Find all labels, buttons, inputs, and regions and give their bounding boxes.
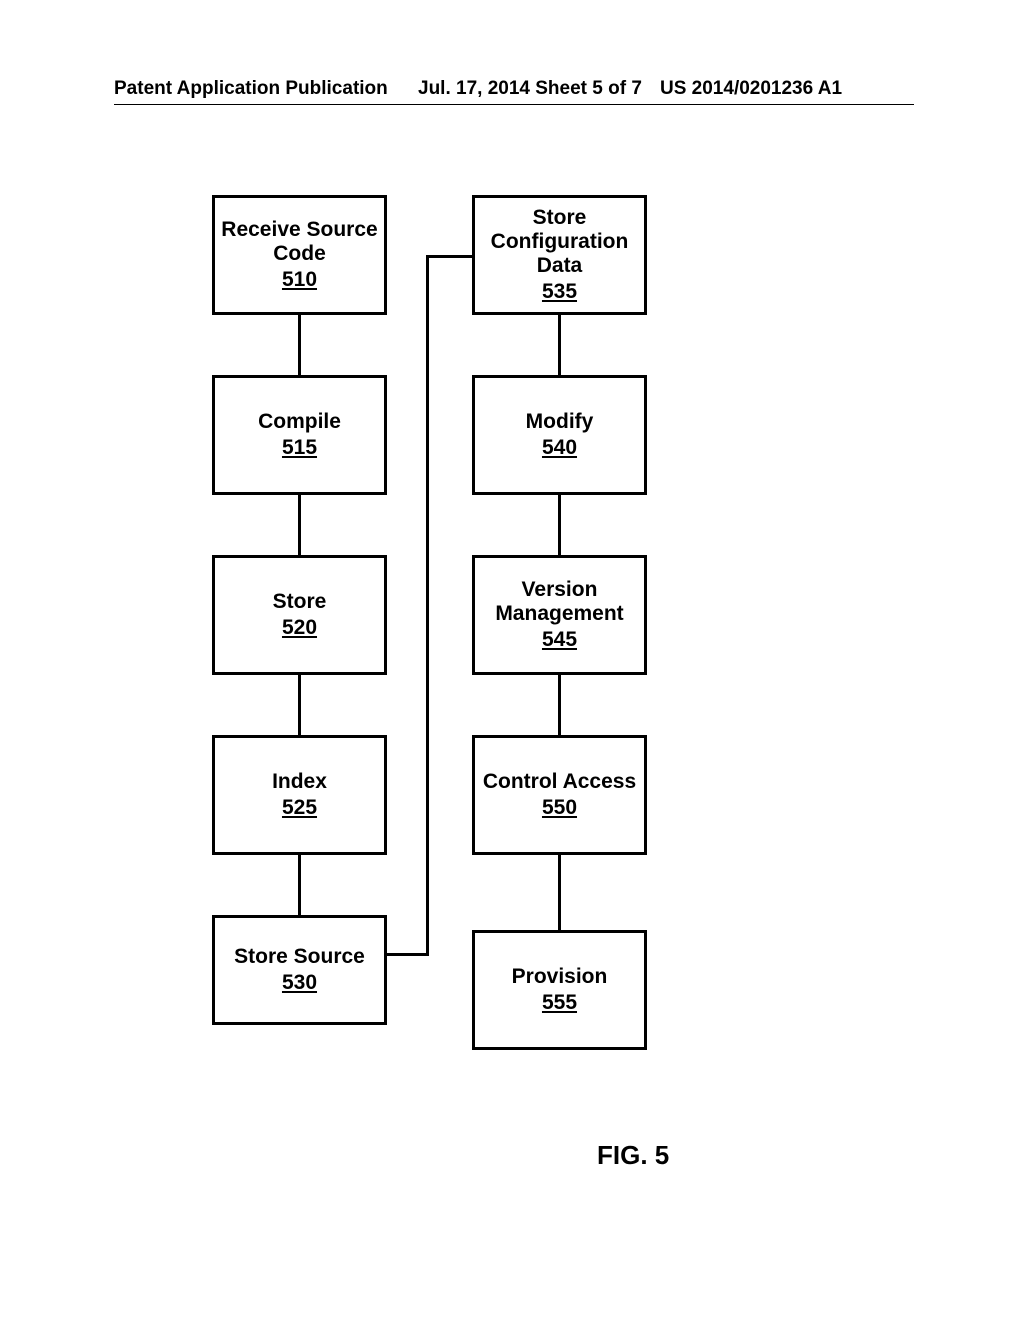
box-title: Receive SourceCode (221, 218, 377, 266)
box-receive-source-code: Receive SourceCode 510 (212, 195, 387, 315)
box-store-configuration-data: StoreConfigurationData 535 (472, 195, 647, 315)
connector (298, 675, 301, 735)
box-title: Store (273, 590, 327, 614)
box-number: 530 (282, 971, 317, 995)
box-number: 555 (542, 991, 577, 1015)
box-version-management: VersionManagement 545 (472, 555, 647, 675)
box-compile: Compile 515 (212, 375, 387, 495)
figure-label: FIG. 5 (597, 1140, 669, 1171)
box-number: 535 (542, 280, 577, 304)
box-control-access: Control Access 550 (472, 735, 647, 855)
box-number: 545 (542, 628, 577, 652)
box-number: 520 (282, 616, 317, 640)
box-title: VersionManagement (495, 578, 623, 626)
box-number: 515 (282, 436, 317, 460)
box-title: Compile (258, 410, 341, 434)
connector (298, 855, 301, 915)
connector (298, 495, 301, 555)
connector (558, 675, 561, 735)
box-store: Store 520 (212, 555, 387, 675)
box-title: StoreConfigurationData (491, 206, 629, 278)
connector (558, 855, 561, 930)
page: Patent Application Publication Jul. 17, … (0, 0, 1024, 1320)
box-number: 540 (542, 436, 577, 460)
header-right: US 2014/0201236 A1 (660, 78, 842, 100)
connector (558, 495, 561, 555)
connector (387, 953, 429, 956)
box-store-source: Store Source 530 (212, 915, 387, 1025)
box-number: 510 (282, 268, 317, 292)
box-title: Provision (512, 965, 608, 989)
connector (558, 315, 561, 375)
box-provision: Provision 555 (472, 930, 647, 1050)
header-left: Patent Application Publication (114, 78, 388, 100)
header-center: Jul. 17, 2014 Sheet 5 of 7 (418, 78, 642, 100)
box-modify: Modify 540 (472, 375, 647, 495)
connector (426, 255, 429, 956)
header-rule (114, 104, 914, 105)
connector (426, 255, 472, 258)
box-number: 525 (282, 796, 317, 820)
box-number: 550 (542, 796, 577, 820)
box-title: Store Source (234, 945, 365, 969)
connector (298, 315, 301, 375)
box-title: Control Access (483, 770, 636, 794)
box-title: Modify (526, 410, 594, 434)
box-index: Index 525 (212, 735, 387, 855)
box-title: Index (272, 770, 327, 794)
